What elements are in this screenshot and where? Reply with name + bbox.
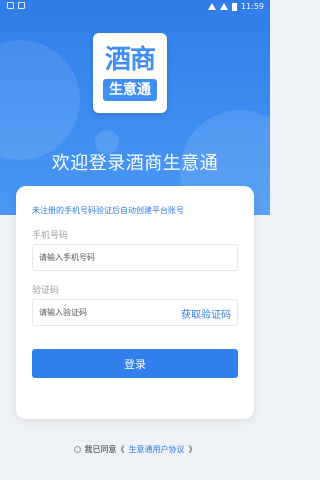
- logo-top-text: 酒商: [104, 45, 156, 75]
- phone-input[interactable]: [33, 245, 185, 270]
- welcome-title: 欢迎登录酒商生意通: [51, 153, 219, 174]
- hero-header: 11:59 酒商 生意通 欢迎登录酒商生意通: [0, 0, 270, 215]
- logo-bottom-text: 生意通: [103, 79, 157, 101]
- wifi-icon: [207, 3, 216, 10]
- phone-field: [32, 244, 238, 271]
- code-input[interactable]: [33, 300, 185, 325]
- agreement-row: 我已同意《 生意通用户协议》: [0, 444, 270, 455]
- code-label: 验证码: [32, 286, 60, 296]
- login-card: 未注册的手机号码验证后自动创建平台账号 手机号码 验证码 获取验证码 登录: [16, 186, 254, 419]
- notification-icon: [7, 2, 14, 9]
- get-code-button[interactable]: 获取验证码: [181, 306, 231, 321]
- notification-icon: [18, 2, 25, 9]
- agree-checkbox[interactable]: [73, 446, 81, 453]
- battery-icon: [231, 2, 237, 11]
- code-field: 获取验证码: [32, 299, 238, 326]
- status-bar: 11:59: [0, 0, 270, 14]
- agreement-suffix: 》: [188, 445, 197, 454]
- status-time: 11:59: [240, 2, 264, 11]
- register-hint: 未注册的手机号码验证后自动创建平台账号: [32, 206, 184, 215]
- app-logo: 酒商 生意通: [93, 33, 167, 113]
- phone-label: 手机号码: [32, 231, 69, 241]
- login-button[interactable]: 登录: [32, 349, 238, 378]
- decor-bubble: [0, 40, 80, 160]
- agreement-prefix: 我已同意《: [84, 445, 125, 454]
- agreement-link[interactable]: 生意通用户协议: [129, 444, 185, 455]
- signal-icon: [219, 3, 228, 10]
